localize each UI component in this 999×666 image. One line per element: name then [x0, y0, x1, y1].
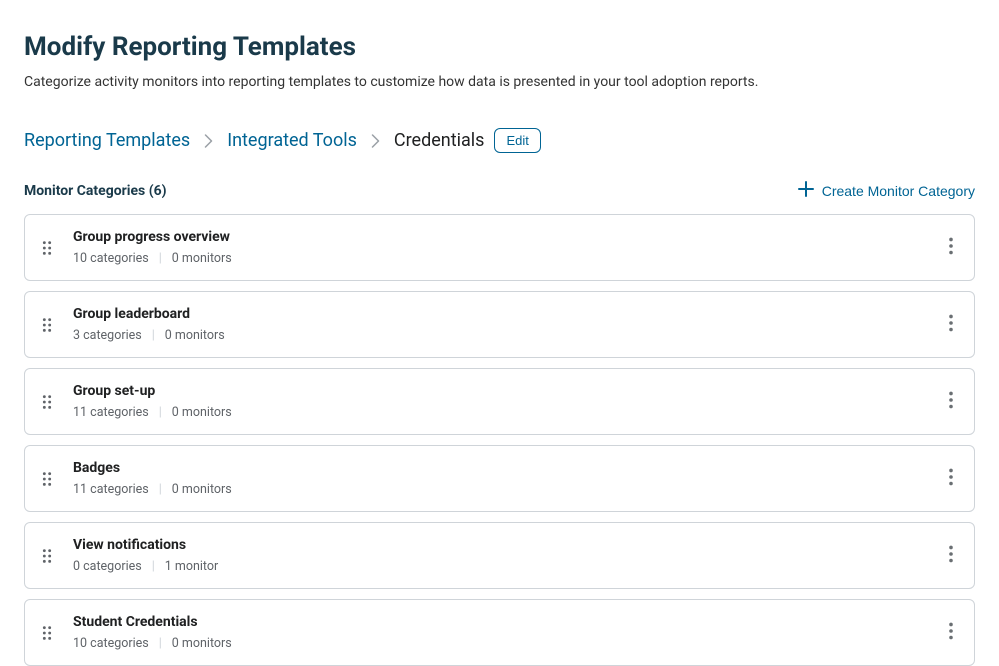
monitor-count: 0 monitors — [172, 636, 232, 651]
monitor-category-meta: 10 categories | 0 monitors — [73, 251, 928, 266]
plus-icon — [798, 181, 814, 200]
monitor-count: 1 monitor — [165, 559, 219, 574]
drag-handle-icon[interactable] — [37, 394, 57, 410]
meta-separator: | — [159, 251, 162, 266]
chevron-right-icon — [371, 134, 380, 148]
kebab-icon — [948, 468, 954, 489]
monitor-category-card: Group progress overview 10 categories | … — [24, 214, 975, 281]
monitor-category-title: Group leaderboard — [73, 306, 928, 322]
more-actions-button[interactable] — [944, 464, 958, 493]
kebab-icon — [948, 545, 954, 566]
kebab-icon — [948, 237, 954, 258]
monitor-category-card: Student Credentials 10 categories | 0 mo… — [24, 599, 975, 666]
breadcrumb: Reporting Templates Integrated Tools Cre… — [24, 128, 975, 153]
monitor-count: 0 monitors — [172, 482, 232, 497]
monitor-count: 0 monitors — [172, 251, 232, 266]
more-actions-button[interactable] — [944, 618, 958, 647]
monitor-count: 0 monitors — [172, 405, 232, 420]
section-header: Monitor Categories (6) Create Monitor Ca… — [24, 181, 975, 200]
category-count: 10 categories — [73, 251, 149, 266]
section-title: Monitor Categories (6) — [24, 183, 167, 199]
monitor-category-meta: 11 categories | 0 monitors — [73, 405, 928, 420]
page-title: Modify Reporting Templates — [24, 32, 975, 62]
category-count: 0 categories — [73, 559, 142, 574]
drag-handle-icon[interactable] — [37, 625, 57, 641]
monitor-category-card: Badges 11 categories | 0 monitors — [24, 445, 975, 512]
chevron-right-icon — [204, 134, 213, 148]
breadcrumb-item-credentials: Credentials — [394, 130, 485, 151]
monitor-category-meta: 0 categories | 1 monitor — [73, 559, 928, 574]
more-actions-button[interactable] — [944, 541, 958, 570]
breadcrumb-item-reporting-templates[interactable]: Reporting Templates — [24, 130, 190, 151]
drag-handle-icon[interactable] — [37, 471, 57, 487]
kebab-icon — [948, 391, 954, 412]
monitor-category-card: View notifications 0 categories | 1 moni… — [24, 522, 975, 589]
monitor-category-title: Student Credentials — [73, 614, 928, 630]
monitor-category-card: Group set-up 11 categories | 0 monitors — [24, 368, 975, 435]
more-actions-button[interactable] — [944, 310, 958, 339]
meta-separator: | — [159, 482, 162, 497]
page-description: Categorize activity monitors into report… — [24, 74, 975, 90]
edit-button[interactable]: Edit — [494, 128, 540, 153]
monitor-category-list: Group progress overview 10 categories | … — [24, 214, 975, 666]
monitor-category-card: Group leaderboard 3 categories | 0 monit… — [24, 291, 975, 358]
meta-separator: | — [152, 328, 155, 343]
category-count: 11 categories — [73, 405, 149, 420]
monitor-category-title: Badges — [73, 460, 928, 476]
monitor-count: 0 monitors — [165, 328, 225, 343]
monitor-category-title: View notifications — [73, 537, 928, 553]
more-actions-button[interactable] — [944, 233, 958, 262]
monitor-category-title: Group progress overview — [73, 229, 928, 245]
meta-separator: | — [152, 559, 155, 574]
drag-handle-icon[interactable] — [37, 317, 57, 333]
drag-handle-icon[interactable] — [37, 548, 57, 564]
category-count: 3 categories — [73, 328, 142, 343]
monitor-category-meta: 10 categories | 0 monitors — [73, 636, 928, 651]
category-count: 10 categories — [73, 636, 149, 651]
more-actions-button[interactable] — [944, 387, 958, 416]
meta-separator: | — [159, 636, 162, 651]
kebab-icon — [948, 314, 954, 335]
breadcrumb-item-integrated-tools[interactable]: Integrated Tools — [227, 130, 357, 151]
monitor-category-title: Group set-up — [73, 383, 928, 399]
monitor-category-meta: 11 categories | 0 monitors — [73, 482, 928, 497]
category-count: 11 categories — [73, 482, 149, 497]
monitor-category-meta: 3 categories | 0 monitors — [73, 328, 928, 343]
create-monitor-category-button[interactable]: Create Monitor Category — [798, 181, 975, 200]
drag-handle-icon[interactable] — [37, 240, 57, 256]
meta-separator: | — [159, 405, 162, 420]
kebab-icon — [948, 622, 954, 643]
create-monitor-category-label: Create Monitor Category — [822, 183, 975, 199]
